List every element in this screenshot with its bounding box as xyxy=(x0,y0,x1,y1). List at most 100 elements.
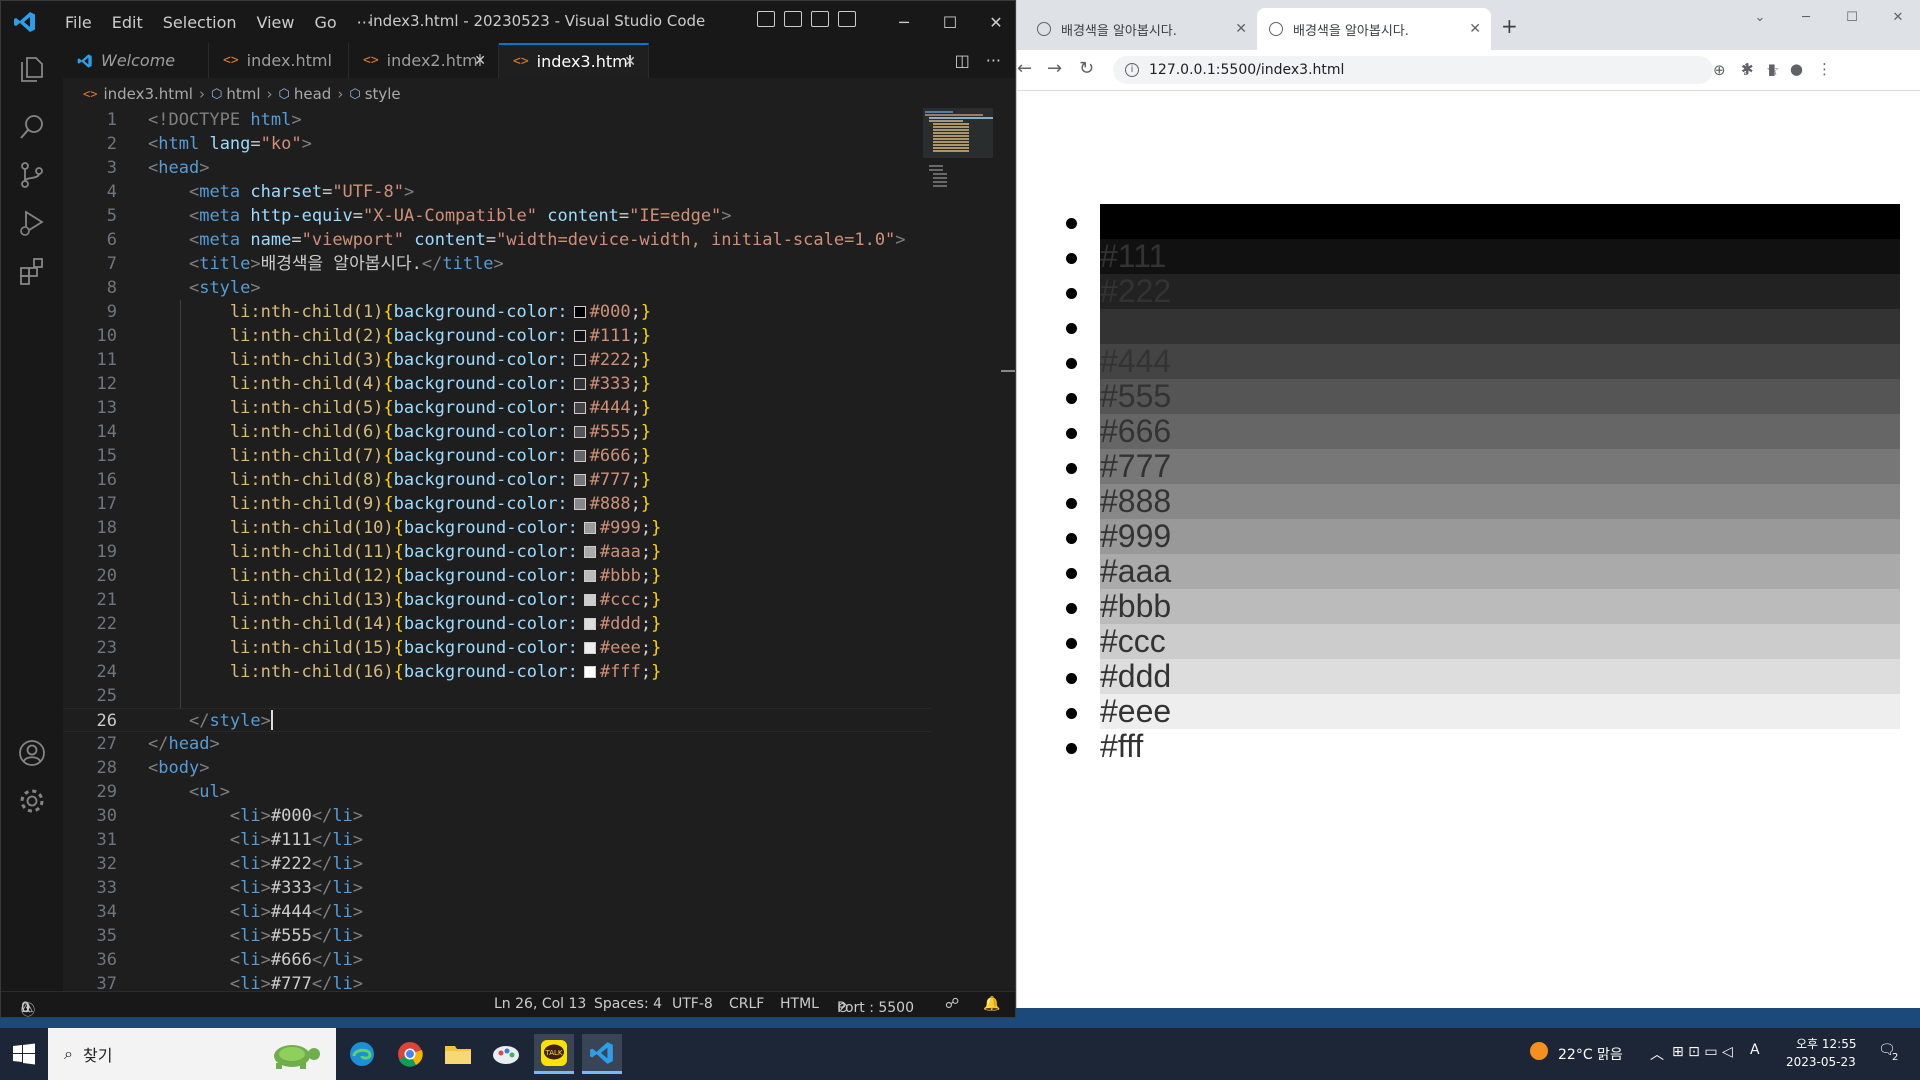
close-window-icon[interactable]: ✕ xyxy=(1875,0,1920,34)
explorer-icon[interactable] xyxy=(16,53,48,85)
editor-scrollbar[interactable] xyxy=(1001,108,1015,990)
language-mode[interactable]: HTML xyxy=(780,996,819,1012)
toggle-primary-sidebar-icon[interactable] xyxy=(757,11,775,27)
chrome-icon[interactable] xyxy=(390,1034,430,1074)
clock-date[interactable]: 2023-05-23 xyxy=(1786,1055,1856,1069)
back-icon[interactable]: ← xyxy=(1017,58,1032,79)
run-debug-icon[interactable] xyxy=(16,207,48,239)
more-actions-icon[interactable]: ··· xyxy=(986,51,1001,70)
new-tab-icon[interactable]: + xyxy=(1501,14,1518,38)
color-value: #ddd xyxy=(599,614,641,634)
color-swatch[interactable] xyxy=(583,522,596,534)
menu-file[interactable]: File xyxy=(55,13,102,32)
code-editor[interactable]: 1 <!DOCTYPE html> 2 <html lang="ko"> 3 <hea… xyxy=(63,108,931,990)
maximize-icon[interactable]: ☐ xyxy=(1829,0,1875,34)
weather-text[interactable]: 22°C 맑음 xyxy=(1558,1044,1623,1064)
color-label: #555 xyxy=(1100,378,1172,414)
minimap[interactable] xyxy=(923,108,1003,198)
color-swatch[interactable] xyxy=(573,426,586,438)
toggle-panel-icon[interactable] xyxy=(784,11,802,27)
reload-icon[interactable]: ↻ xyxy=(1079,58,1094,79)
source-control-icon[interactable] xyxy=(16,159,48,191)
menu-selection[interactable]: Selection xyxy=(153,13,247,32)
breadcrumb-head[interactable]: head xyxy=(294,85,331,103)
split-editor-icon[interactable]: ◫ xyxy=(955,51,970,70)
minimize-icon[interactable]: ─ xyxy=(1783,0,1829,34)
code-line: 32 <li>#222</li> xyxy=(63,852,931,876)
ime-indicator[interactable]: A xyxy=(1750,1042,1760,1058)
notifications-bell-icon[interactable]: 🔔 xyxy=(983,996,1000,1012)
browser-tab-active[interactable]: 배경색을 알아봅시다. ✕ xyxy=(1257,8,1491,50)
tab-index3-html[interactable]: <> index3.html ✕ xyxy=(499,43,649,78)
taskbar-search[interactable]: ⌕ 찾기 xyxy=(48,1028,336,1080)
menu-view[interactable]: View xyxy=(247,13,305,32)
search-icon[interactable] xyxy=(16,111,48,143)
extensions-icon[interactable] xyxy=(16,255,48,287)
address-bar[interactable]: i 127.0.0.1:5500/index3.html ⊕ ⇪ ☆ xyxy=(1113,56,1780,84)
color-swatch[interactable] xyxy=(583,618,596,630)
color-swatch[interactable] xyxy=(573,402,586,414)
side-panel-icon[interactable]: ▮ xyxy=(1768,60,1776,78)
color-swatch[interactable] xyxy=(573,450,586,462)
code-line: 15 li:nth-child(7){background-color: #666… xyxy=(63,444,931,468)
close-tab-icon[interactable]: ✕ xyxy=(1235,21,1247,37)
color-swatch[interactable] xyxy=(573,378,586,390)
tab-welcome[interactable]: Welcome xyxy=(63,43,209,78)
customize-layout-icon[interactable] xyxy=(838,11,856,27)
clock-time[interactable]: 오후 12:55 xyxy=(1796,1035,1856,1052)
profile-avatar-icon[interactable]: ● xyxy=(1790,60,1803,78)
browser-tab[interactable]: 배경색을 알아봅시다. ✕ xyxy=(1025,8,1257,50)
close-tab-icon[interactable]: ✕ xyxy=(1469,21,1481,37)
browser-menu-icon[interactable]: ⋮ xyxy=(1817,60,1832,78)
windows-start-icon[interactable] xyxy=(12,1042,36,1066)
color-swatch[interactable] xyxy=(573,330,586,342)
zoom-icon[interactable]: ⊕ xyxy=(1713,61,1726,79)
color-swatch[interactable] xyxy=(583,546,596,558)
kakaotalk-icon[interactable]: TALK xyxy=(534,1034,574,1074)
maximize-icon[interactable]: ☐ xyxy=(927,1,973,43)
line-number: 20 xyxy=(96,566,117,586)
tab-index-html[interactable]: <> index.html xyxy=(209,43,349,78)
cursor-position[interactable]: Ln 26, Col 13 xyxy=(494,996,586,1012)
edge-icon[interactable] xyxy=(342,1034,382,1074)
extensions-puzzle-icon[interactable]: ✱ xyxy=(1741,60,1754,78)
close-tab-icon[interactable]: ✕ xyxy=(474,53,486,69)
paint-app-icon[interactable] xyxy=(486,1034,526,1074)
turtle-icon xyxy=(262,1036,324,1076)
vscode-taskbar-icon[interactable] xyxy=(582,1034,622,1074)
close-tab-icon[interactable]: ✕ xyxy=(624,54,636,70)
line-number: 34 xyxy=(96,902,117,922)
notification-count: 2 xyxy=(1892,1052,1899,1063)
tab-search-icon[interactable]: ⌄ xyxy=(1737,0,1783,34)
minimize-icon[interactable]: ─ xyxy=(881,1,927,43)
color-swatch[interactable] xyxy=(583,594,596,606)
breadcrumb-style[interactable]: style xyxy=(365,85,401,103)
color-swatch[interactable] xyxy=(573,306,586,318)
feedback-icon[interactable]: ☍ xyxy=(945,996,959,1012)
color-swatch[interactable] xyxy=(573,354,586,366)
settings-gear-icon[interactable] xyxy=(16,785,48,817)
color-swatch[interactable] xyxy=(583,570,596,582)
site-info-icon[interactable]: i xyxy=(1125,63,1139,77)
close-window-icon[interactable]: ✕ xyxy=(973,1,1015,43)
color-swatch[interactable] xyxy=(583,666,596,678)
breadcrumb-file[interactable]: index3.html xyxy=(103,85,193,103)
indentation[interactable]: Spaces: 4 xyxy=(594,996,662,1012)
forward-icon[interactable]: → xyxy=(1047,58,1062,79)
menu-go[interactable]: Go xyxy=(304,13,346,32)
color-swatch[interactable] xyxy=(583,642,596,654)
color-swatch[interactable] xyxy=(573,498,586,510)
tab-index2-html[interactable]: <> index2.html ✕ xyxy=(349,43,499,78)
vscode-logo-icon xyxy=(14,12,35,32)
breadcrumb-html[interactable]: html xyxy=(226,85,260,103)
tray-app-icons[interactable]: ⊞ ⊡ ▭ ◁ xyxy=(1672,1044,1733,1060)
file-explorer-icon[interactable] xyxy=(438,1034,478,1074)
browser-toolbar: ← → ↻ i 127.0.0.1:5500/index3.html ⊕ ⇪ ☆… xyxy=(1017,50,1920,91)
tray-overflow-icon[interactable]: ︿ xyxy=(1650,1044,1664,1064)
menu-edit[interactable]: Edit xyxy=(102,13,153,32)
color-swatch[interactable] xyxy=(573,474,586,486)
accounts-icon[interactable] xyxy=(16,737,48,769)
encoding[interactable]: UTF-8 xyxy=(672,996,713,1012)
toggle-secondary-sidebar-icon[interactable] xyxy=(811,11,829,27)
line-ending[interactable]: CRLF xyxy=(729,996,764,1012)
